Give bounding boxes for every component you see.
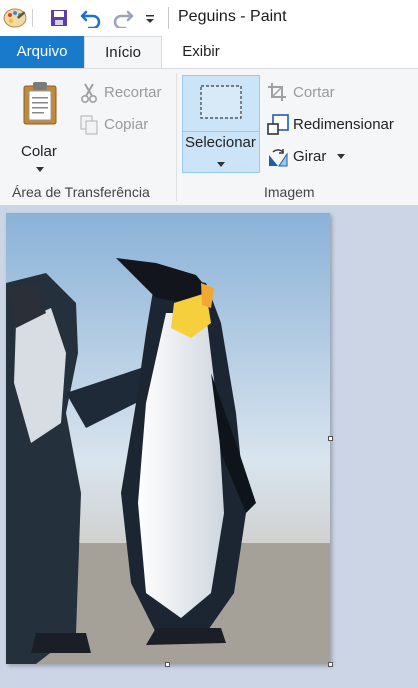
redo-icon[interactable] — [110, 6, 136, 30]
undo-icon[interactable] — [78, 6, 104, 30]
title-bar: Peguins - Paint — [0, 0, 418, 36]
rotate-dropdown-arrow-icon — [337, 154, 345, 159]
copy-button[interactable]: Copiar — [78, 113, 170, 137]
ribbon-tabs: Arquivo Início Exibir — [0, 36, 418, 69]
copy-label: Copiar — [104, 116, 149, 133]
select-dropdown-arrow-icon[interactable] — [217, 162, 225, 167]
save-icon[interactable] — [48, 6, 70, 30]
canvas-area[interactable] — [0, 206, 418, 688]
tab-exibir[interactable]: Exibir — [166, 36, 236, 68]
quick-access-divider — [32, 9, 33, 27]
window-title: Peguins - Paint — [178, 8, 287, 25]
penguins-photo — [6, 213, 330, 664]
crop-icon — [267, 82, 287, 107]
scissors-icon — [80, 82, 98, 109]
image-group-label: Imagem — [264, 184, 315, 200]
title-separator — [168, 7, 169, 29]
customize-quick-access-icon[interactable] — [142, 6, 158, 30]
clipboard-icon — [22, 81, 58, 130]
clipboard-group-label: Área de Transferência — [12, 184, 150, 200]
resize-handle-bottom[interactable] — [165, 662, 170, 667]
rotate-label: Girar — [293, 148, 327, 165]
cut-label: Recortar — [104, 84, 162, 101]
crop-button[interactable]: Cortar — [266, 81, 366, 105]
group-separator — [176, 73, 177, 201]
rotate-button[interactable]: Girar — [266, 145, 356, 169]
resize-handle-corner[interactable] — [328, 662, 333, 667]
cut-button[interactable]: Recortar — [78, 81, 170, 105]
paste-button[interactable]: Colar — [14, 77, 66, 173]
tab-inicio[interactable]: Início — [84, 36, 162, 69]
rotate-icon — [267, 146, 289, 173]
crop-label: Cortar — [293, 84, 335, 101]
image-canvas[interactable] — [6, 213, 330, 664]
select-button[interactable]: Selecionar — [182, 75, 260, 173]
copy-icon — [80, 115, 98, 140]
paste-label: Colar — [21, 143, 57, 160]
resize-button[interactable]: Redimensionar — [266, 113, 412, 137]
selection-rectangle-icon — [200, 85, 242, 124]
select-button-split — [183, 131, 259, 132]
resize-icon — [267, 114, 289, 141]
paint-palette-icon[interactable] — [2, 6, 28, 30]
tab-arquivo[interactable]: Arquivo — [0, 36, 84, 68]
resize-handle-right[interactable] — [328, 436, 333, 441]
resize-label: Redimensionar — [293, 116, 394, 133]
ribbon: Colar Recortar Copiar Área de Transferên… — [0, 68, 418, 206]
select-label: Selecionar — [185, 134, 256, 151]
paste-dropdown-arrow-icon — [36, 167, 44, 172]
